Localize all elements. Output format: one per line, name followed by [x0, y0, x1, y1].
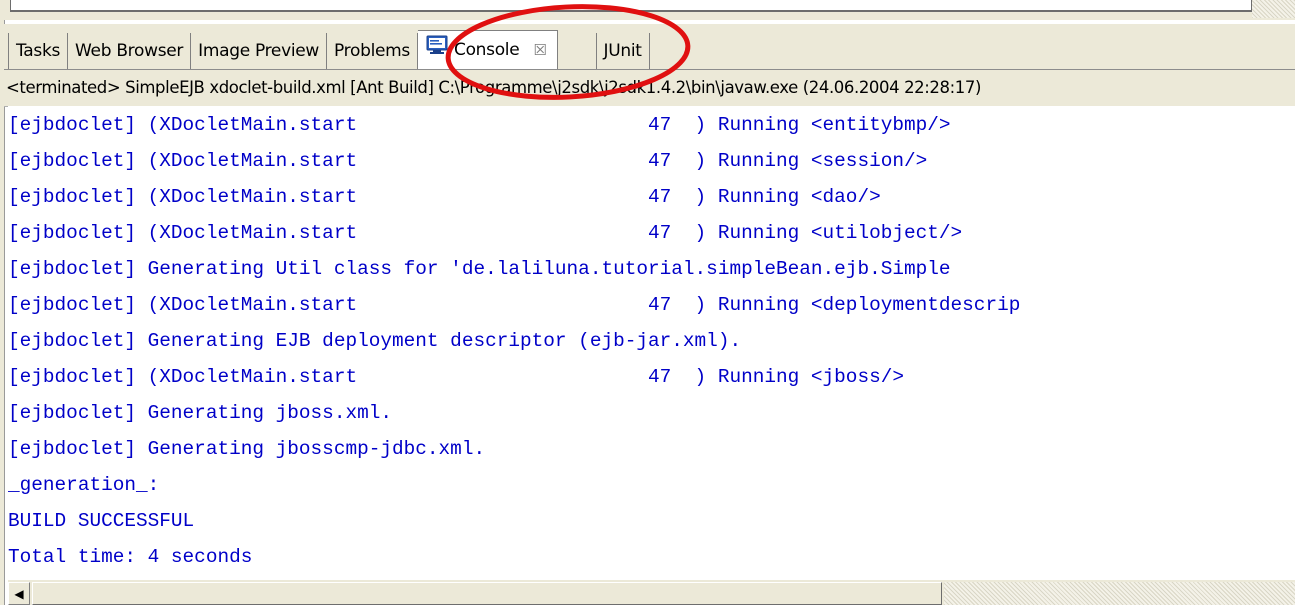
tab-web-browser-label: Web Browser	[75, 41, 184, 61]
tab-spacer	[557, 33, 596, 69]
tab-problems[interactable]: Problems	[327, 33, 418, 69]
tab-console-label: Console	[454, 40, 520, 60]
scrollbar-thumb[interactable]	[32, 582, 942, 605]
previous-view-area	[10, 0, 1252, 12]
tab-tasks[interactable]: Tasks	[8, 33, 69, 69]
tab-image-preview-label: Image Preview	[198, 41, 320, 61]
arrow-left-icon[interactable]: ◀	[8, 582, 30, 605]
previous-view-strip	[0, 0, 1295, 20]
tab-problems-label: Problems	[334, 41, 410, 61]
tab-junit-label: JUnit	[603, 41, 642, 61]
scrollbar-corner	[1252, 0, 1295, 18]
tab-console[interactable]: Console ☒	[418, 30, 558, 69]
console-line: Total time: 4 seconds	[8, 546, 253, 568]
scrollbar-track[interactable]	[944, 582, 1295, 605]
console-icon	[426, 30, 448, 70]
console-line: [ejbdoclet] Generating jbosscmp-jdbc.xml…	[8, 438, 486, 460]
horizontal-scrollbar[interactable]: ◀	[8, 580, 1295, 605]
console-line: _generation_:	[8, 474, 160, 496]
console-line: [ejbdoclet] (XDocletMain.start 47 ) Runn…	[8, 114, 951, 136]
console-line: [ejbdoclet] Generating jboss.xml.	[8, 402, 392, 424]
console-line: [ejbdoclet] (XDocletMain.start 47 ) Runn…	[8, 186, 881, 208]
close-icon[interactable]: ☒	[533, 30, 546, 70]
console-status-line: <terminated> SimpleEJB xdoclet-build.xml…	[4, 70, 1295, 107]
console-line: [ejbdoclet] (XDocletMain.start 47 ) Runn…	[8, 366, 904, 388]
tab-junit[interactable]: JUnit	[595, 33, 650, 69]
console-line: [ejbdoclet] (XDocletMain.start 47 ) Runn…	[8, 150, 928, 172]
console-line: BUILD SUCCESSFUL	[8, 510, 195, 532]
tab-web-browser[interactable]: Web Browser	[68, 33, 192, 69]
console-output[interactable]: [ejbdoclet] (XDocletMain.start 47 ) Runn…	[8, 106, 1295, 580]
tab-list: Tasks Web Browser Image Preview Problems…	[8, 30, 650, 69]
left-frame	[0, 20, 5, 605]
console-line: [ejbdoclet] Generating Util class for 'd…	[8, 258, 951, 280]
tab-image-preview[interactable]: Image Preview	[191, 33, 328, 69]
console-line: [ejbdoclet] (XDocletMain.start 47 ) Runn…	[8, 222, 963, 244]
view-tab-bar: Tasks Web Browser Image Preview Problems…	[4, 24, 1295, 70]
console-line: [ejbdoclet] Generating EJB deployment de…	[8, 330, 742, 352]
tab-tasks-label: Tasks	[16, 41, 61, 61]
console-line: [ejbdoclet] (XDocletMain.start 47 ) Runn…	[8, 294, 1021, 316]
